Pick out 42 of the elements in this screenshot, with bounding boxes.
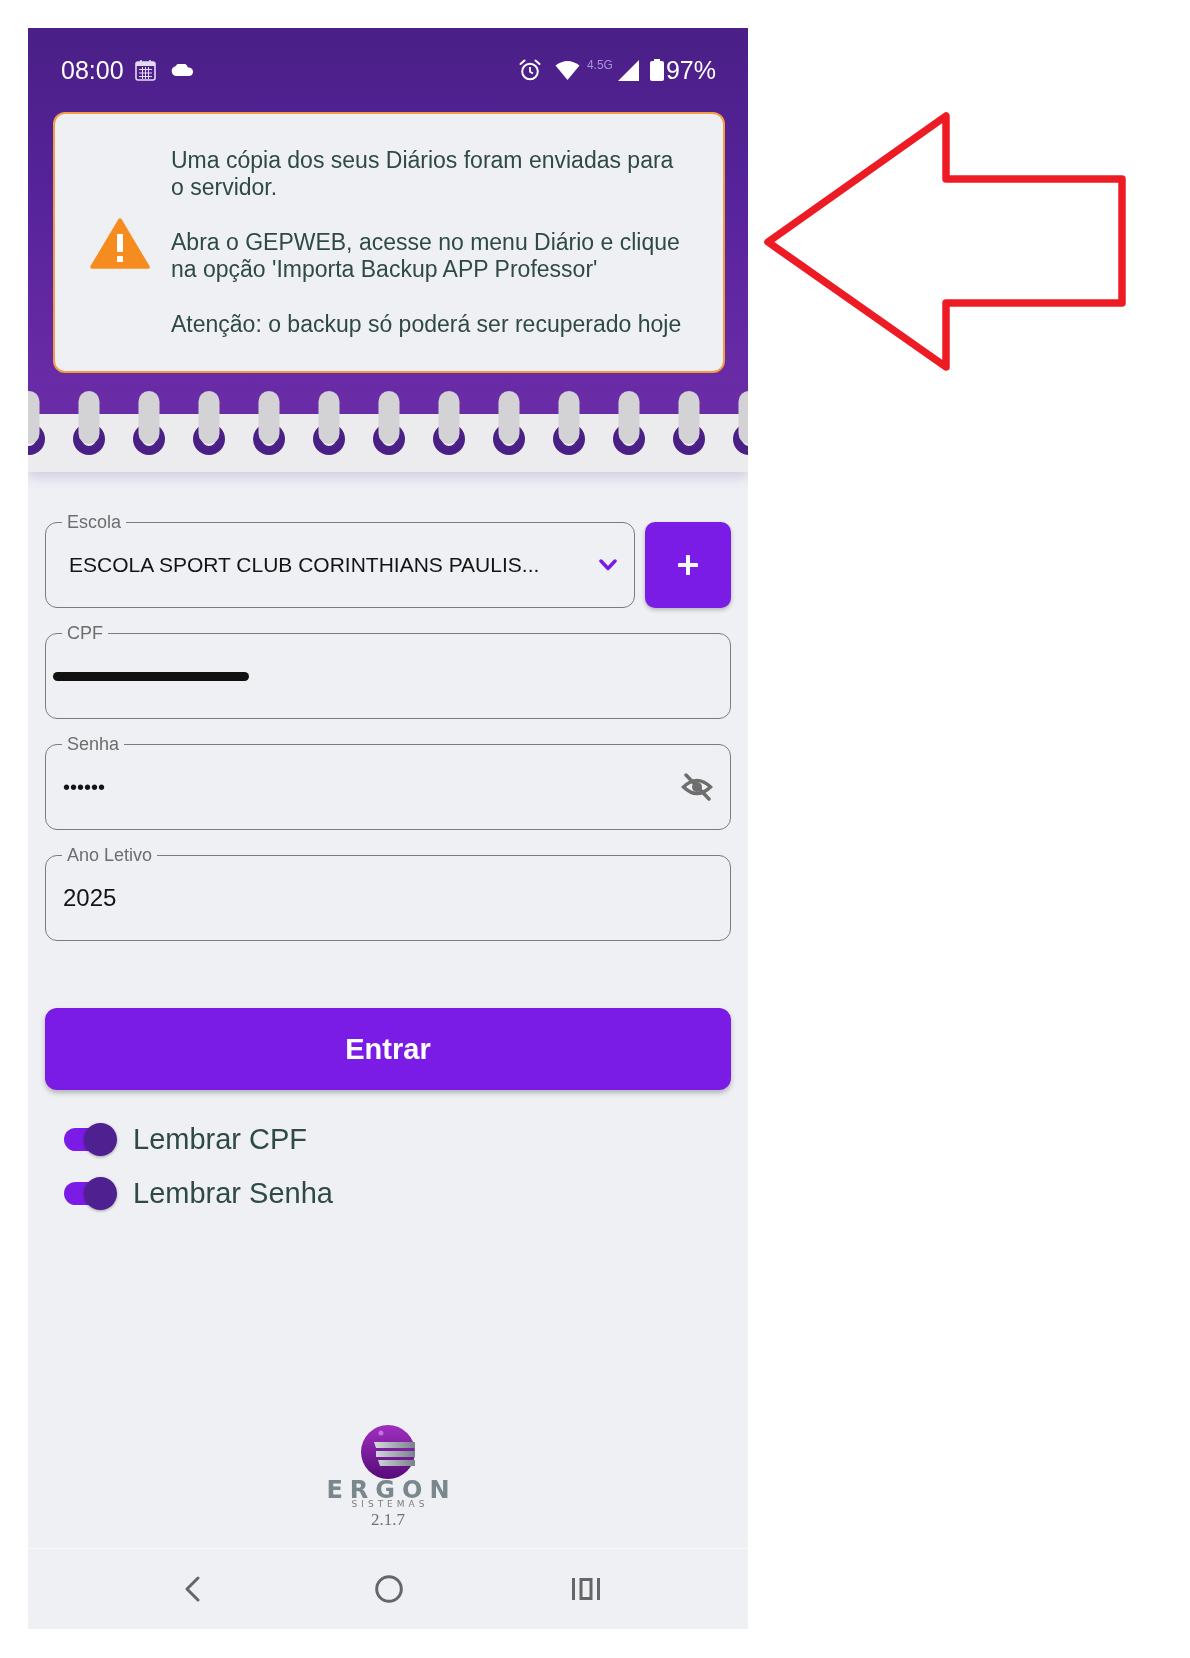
binding-ring [73,391,105,455]
toggle-label: Lembrar CPF [133,1122,308,1156]
toggle-switch[interactable] [64,1122,117,1156]
back-icon[interactable] [184,1576,200,1602]
plus-icon [678,555,698,575]
alert-message: Uma cópia dos seus Diários foram enviadas para o servidor. [171,147,675,202]
logo-tagline: SISTEMAS [350,1500,429,1509]
battery-level: 97% [665,56,716,84]
wifi-icon [554,60,580,80]
binding-ring [433,391,465,455]
binding-ring [313,391,345,455]
binding-ring [553,391,585,455]
binding-ring [373,391,405,455]
binding-ring [28,391,45,455]
cloud-icon [169,64,194,76]
eye-slash-icon[interactable] [681,773,713,801]
add-button[interactable] [645,522,731,608]
binding-ring [613,391,645,455]
toggle-label: Lembrar Senha [133,1176,333,1210]
battery-icon [649,59,664,81]
warning-icon [90,216,150,269]
binding-ring [253,391,285,455]
status-time: 08:00 [61,56,124,84]
sphere-logo-icon [361,1425,415,1479]
alert-message: Atenção: o backup só poderá ser recuperado hoje [171,310,683,339]
toggle-switch[interactable] [64,1176,117,1210]
binding-ring [493,391,525,455]
binding-ring [193,391,225,455]
calendar-icon [134,59,156,81]
logo-wordmark: ERGON [325,1480,457,1500]
binding-ring [733,391,748,455]
recent-apps-icon[interactable] [572,1577,600,1601]
alert-message: Abra o GEPWEB, acesse no menu Diário e clique na opção 'Importa Backup APP Professor' [171,228,681,284]
chevron-down-icon [599,559,617,571]
network-type: 4.5G [586,59,613,72]
alarm-clock-icon [518,59,541,81]
login-button[interactable]: Entrar [45,1008,731,1090]
binding-ring [673,391,705,455]
binding-ring [133,391,165,455]
version-text: 2.1.7 [371,1511,405,1529]
signal-icon [617,59,639,81]
home-icon[interactable] [375,1575,403,1603]
